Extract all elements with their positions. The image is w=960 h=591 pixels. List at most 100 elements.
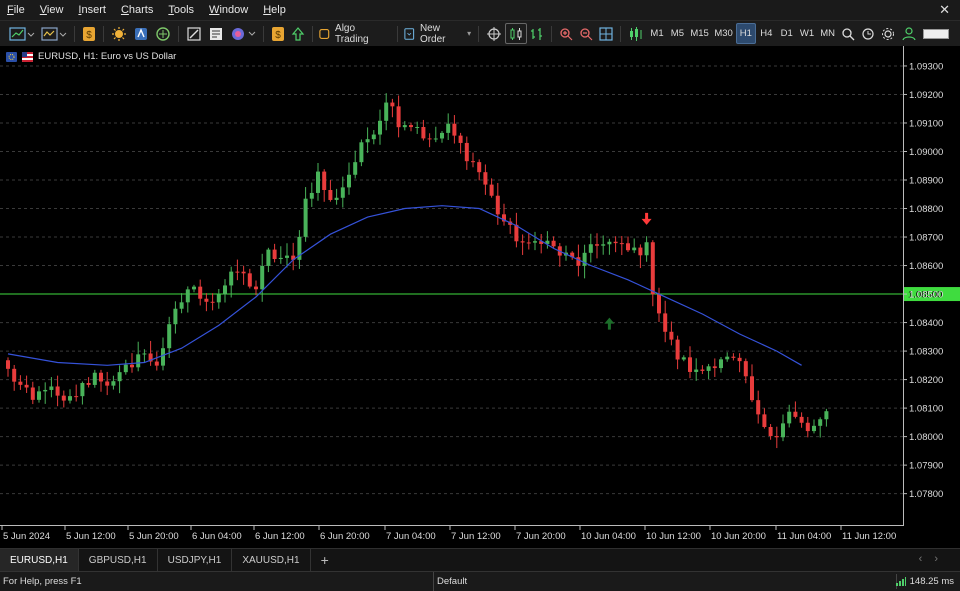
tab-scroll-left-icon[interactable]: ‹ — [919, 553, 935, 565]
candle-body — [6, 360, 10, 369]
zoom-in-icon[interactable] — [556, 23, 576, 44]
tab-scroll-controls: ‹› — [919, 553, 950, 565]
candle-body — [774, 436, 779, 438]
menu-charts[interactable]: Charts — [114, 4, 161, 16]
menu-file[interactable]: File — [0, 4, 33, 16]
chart-window[interactable]: 1.08500 1.07800 1.07900 1.08000 1.08100 1.08… — [0, 46, 960, 548]
menu-view-key: V — [39, 4, 47, 16]
candlestick-chart[interactable]: 1.08500 1.07800 1.07900 1.08000 1.08100 1.08… — [0, 46, 960, 548]
candle-body — [551, 240, 556, 247]
timeframe-m1[interactable]: M1 — [647, 23, 667, 44]
account-balance-field[interactable] — [920, 23, 952, 44]
candle-body — [533, 241, 537, 243]
new-chart-icon[interactable] — [6, 23, 38, 44]
candle-body — [30, 387, 35, 400]
price-tick-label: 1.08800 — [909, 204, 943, 215]
candle-body — [805, 422, 810, 432]
price-axis[interactable]: 1.07800 1.07900 1.08000 1.08100 1.08200 1.083… — [903, 61, 943, 500]
candle-body — [359, 142, 364, 163]
toolbar-separator — [74, 25, 75, 42]
zoom-out-icon[interactable] — [576, 23, 596, 44]
timeframe-m30[interactable]: M30 — [712, 23, 736, 44]
toolbar-separator — [551, 25, 552, 42]
toolbar-separator — [262, 25, 264, 42]
price-tick-label: 1.08200 — [909, 375, 943, 386]
candle-body — [731, 356, 736, 358]
candle-body — [340, 187, 345, 198]
candle-body — [49, 386, 54, 390]
menu-file-label: ile — [13, 4, 25, 16]
candle-body — [588, 244, 593, 253]
menu-view[interactable]: View — [33, 4, 72, 16]
account-icon[interactable] — [898, 23, 920, 44]
close-icon[interactable]: ✕ — [939, 2, 950, 18]
templates-icon[interactable] — [38, 23, 70, 44]
tab-usdjpy[interactable]: USDJPY,H1 — [158, 549, 233, 571]
toolbar: $ $ Algo Trading New Order ▾ M1 M5 M15 M… — [0, 20, 960, 47]
navigator-icon[interactable] — [130, 23, 152, 44]
candle-body — [471, 161, 475, 163]
timeframe-mn[interactable]: MN — [817, 23, 838, 44]
time-tick-label: 5 Jun 12:00 — [66, 531, 116, 542]
candle-body — [86, 383, 91, 385]
timeframe-m15[interactable]: M15 — [688, 23, 712, 44]
menu-tools[interactable]: Tools — [161, 4, 202, 16]
candle-body — [316, 171, 320, 193]
editor-icon[interactable] — [205, 23, 227, 44]
market-watch-icon[interactable]: $ — [79, 23, 99, 44]
menu-window[interactable]: Window — [202, 4, 256, 16]
toolbar-separator — [311, 25, 313, 42]
time-axis[interactable]: 5 Jun 2024 5 Jun 12:00 5 Jun 20:00 6 Jun 04… — [1, 526, 896, 542]
algo-trading-label: Algo Trading — [335, 22, 369, 45]
timeframe-h4[interactable]: H4 — [756, 23, 776, 44]
candle-body — [328, 189, 333, 200]
candle-body — [700, 369, 705, 371]
chat-icon[interactable] — [858, 23, 878, 44]
candle-body — [799, 416, 804, 423]
candle-body — [787, 411, 792, 424]
candle-body — [123, 364, 128, 373]
periods-icon[interactable] — [625, 23, 647, 44]
candle-body — [216, 294, 221, 303]
candle-body — [812, 425, 816, 432]
chart-shift-icon[interactable] — [483, 23, 505, 44]
status-profile[interactable]: Default — [433, 572, 467, 591]
search-icon[interactable] — [838, 23, 858, 44]
candle-body — [595, 244, 599, 246]
settings-icon[interactable] — [878, 23, 898, 44]
timeframe-h1[interactable]: H1 — [735, 23, 757, 44]
price-tick-label: 1.08500 — [909, 290, 943, 301]
status-connection[interactable]: 148.25 ms — [895, 576, 954, 587]
tab-eurusd[interactable]: EURUSD,H1 — [0, 549, 79, 571]
tab-xauusd[interactable]: XAUUSD,H1 — [232, 549, 311, 571]
horizontal-price-line[interactable]: 1.08500 — [0, 287, 960, 302]
menu-insert[interactable]: Insert — [71, 4, 114, 16]
timeframe-d1[interactable]: D1 — [776, 23, 796, 44]
timeframe-w1[interactable]: W1 — [797, 23, 817, 44]
signals-icon[interactable] — [108, 23, 130, 44]
market-icon[interactable] — [152, 23, 174, 44]
timeframe-m5[interactable]: M5 — [667, 23, 687, 44]
usd-flag-icon — [22, 51, 33, 62]
grid-icon[interactable] — [596, 23, 616, 44]
candle-body — [167, 324, 172, 349]
candle-body — [303, 198, 308, 237]
deposit-icon[interactable]: $ — [268, 23, 288, 44]
candlesticks-icon[interactable] — [505, 23, 528, 44]
candle-body — [117, 372, 122, 382]
new-order-button[interactable]: New Order ▾ — [401, 23, 474, 45]
candle-body — [80, 383, 85, 397]
account-balance-box — [922, 28, 949, 39]
tab-gbpusd[interactable]: GBPUSD,H1 — [79, 549, 158, 571]
bar-chart-icon[interactable] — [527, 23, 547, 44]
tab-scroll-right-icon[interactable]: › — [934, 553, 950, 565]
candle-body — [458, 135, 463, 143]
menu-help[interactable]: Help — [256, 4, 294, 16]
strategy-tester-icon[interactable] — [183, 23, 205, 44]
algo-trading-button[interactable]: Algo Trading — [316, 22, 392, 45]
add-tab-button[interactable]: + — [311, 549, 339, 571]
signal-strength-icon — [895, 577, 906, 586]
indicators-icon[interactable] — [227, 23, 259, 44]
trade-up-icon[interactable] — [288, 23, 308, 44]
menu-insert-label: nsert — [81, 4, 106, 16]
